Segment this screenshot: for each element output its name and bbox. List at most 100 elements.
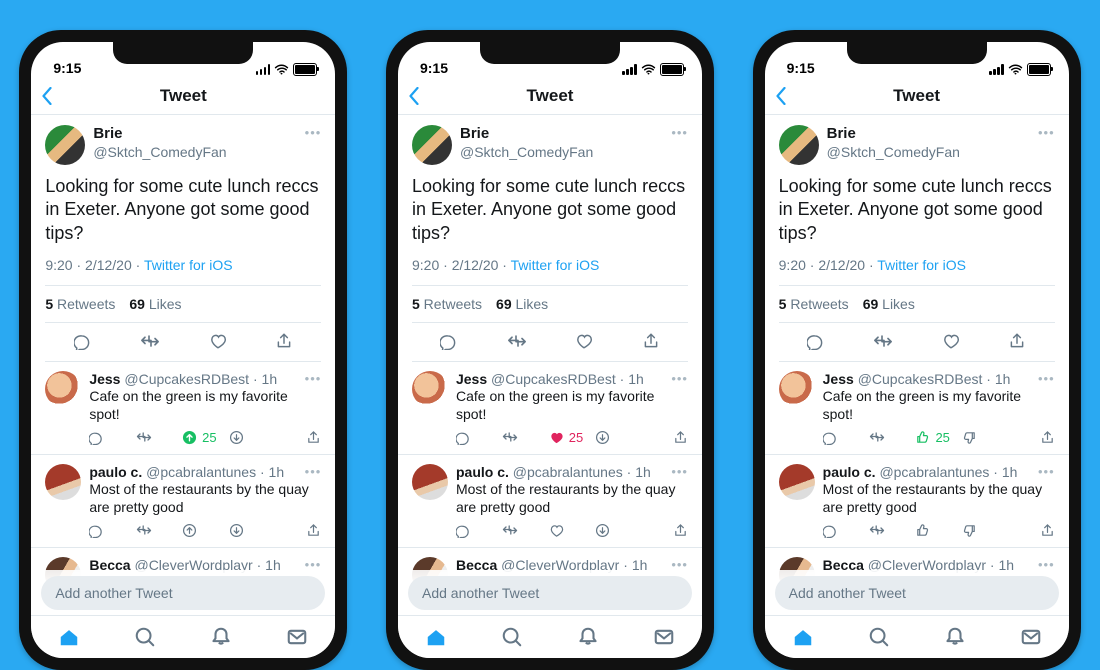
downvote-icon[interactable]	[595, 523, 610, 538]
like-icon[interactable]	[942, 332, 960, 350]
share-icon[interactable]	[642, 332, 660, 350]
tab-search[interactable]	[868, 626, 890, 648]
reply-icon[interactable]	[807, 332, 825, 350]
tweet-counts[interactable]: 5 Retweets69 Likes	[45, 286, 321, 322]
tab-home[interactable]	[792, 626, 814, 648]
more-icon[interactable]: •••	[305, 371, 322, 386]
author-name[interactable]: Brie	[827, 125, 960, 144]
author-handle[interactable]: @Sktch_ComedyFan	[460, 144, 593, 162]
author-name[interactable]: Brie	[93, 125, 226, 144]
tweet-counts[interactable]: 5 Retweets69 Likes	[412, 286, 688, 322]
tweet-source[interactable]: Twitter for iOS	[511, 257, 600, 273]
retweet-icon[interactable]	[507, 331, 527, 351]
more-icon[interactable]: •••	[305, 464, 322, 479]
reply[interactable]: paulo c. @pcabralantunes · 1h•••Most of …	[765, 455, 1069, 548]
reply-icon[interactable]	[89, 523, 104, 538]
reply[interactable]: paulo c. @pcabralantunes · 1h•••Most of …	[31, 455, 335, 548]
tab-search[interactable]	[134, 626, 156, 648]
thumb-up-icon[interactable]	[915, 523, 930, 538]
avatar[interactable]	[412, 464, 448, 500]
reply-icon[interactable]	[823, 430, 838, 445]
tweet-source[interactable]: Twitter for iOS	[877, 257, 966, 273]
author-name[interactable]: Brie	[460, 125, 593, 144]
retweet-icon[interactable]	[869, 429, 885, 445]
tab-home[interactable]	[425, 626, 447, 648]
avatar[interactable]	[779, 371, 815, 407]
reply-author-name: paulo c.	[89, 464, 142, 480]
like-icon[interactable]	[209, 332, 227, 350]
author-handle[interactable]: @Sktch_ComedyFan	[93, 144, 226, 162]
like-icon[interactable]	[549, 430, 564, 445]
compose-input[interactable]: Add another Tweet	[408, 576, 692, 610]
retweet-icon[interactable]	[502, 522, 518, 538]
compose-input[interactable]: Add another Tweet	[41, 576, 325, 610]
reply-icon[interactable]	[89, 430, 104, 445]
share-icon[interactable]	[275, 332, 293, 350]
thumb-down-icon[interactable]	[962, 430, 977, 445]
retweet-icon[interactable]	[136, 429, 152, 445]
more-icon[interactable]: •••	[1038, 464, 1055, 479]
notch	[847, 42, 987, 64]
upvote-icon[interactable]	[182, 523, 197, 538]
tab-notifications[interactable]	[944, 626, 966, 648]
thumb-down-icon[interactable]	[962, 523, 977, 538]
more-icon[interactable]: •••	[671, 464, 688, 479]
avatar[interactable]	[45, 371, 81, 407]
retweet-icon[interactable]	[873, 331, 893, 351]
retweet-icon[interactable]	[502, 429, 518, 445]
reply-icon[interactable]	[456, 430, 471, 445]
retweet-icon[interactable]	[136, 522, 152, 538]
reply-icon[interactable]	[823, 523, 838, 538]
main-tweet: Brie@Sktch_ComedyFan•••Looking for some …	[398, 115, 702, 362]
share-icon[interactable]	[673, 523, 688, 538]
tab-messages[interactable]	[1020, 626, 1042, 648]
reply-icon[interactable]	[74, 332, 92, 350]
share-icon[interactable]	[306, 523, 321, 538]
like-icon[interactable]	[549, 523, 564, 538]
upvote-icon[interactable]	[182, 430, 197, 445]
reply-icon[interactable]	[456, 523, 471, 538]
like-icon[interactable]	[575, 332, 593, 350]
reply[interactable]: Jess @CupcakesRDBest · 1h•••Cafe on the …	[765, 362, 1069, 455]
share-icon[interactable]	[1040, 430, 1055, 445]
reply[interactable]: Jess @CupcakesRDBest · 1h•••Cafe on the …	[31, 362, 335, 455]
author-handle[interactable]: @Sktch_ComedyFan	[827, 144, 960, 162]
avatar[interactable]	[412, 125, 452, 165]
tweet-counts[interactable]: 5 Retweets69 Likes	[779, 286, 1055, 322]
page-title: Tweet	[160, 86, 207, 106]
avatar[interactable]	[412, 371, 448, 407]
avatar[interactable]	[45, 464, 81, 500]
more-icon[interactable]: •••	[671, 371, 688, 386]
share-icon[interactable]	[673, 430, 688, 445]
downvote-icon[interactable]	[229, 523, 244, 538]
back-button[interactable]	[775, 87, 787, 105]
downvote-icon[interactable]	[229, 430, 244, 445]
tab-messages[interactable]	[286, 626, 308, 648]
reply[interactable]: Jess @CupcakesRDBest · 1h•••Cafe on the …	[398, 362, 702, 455]
avatar[interactable]	[45, 125, 85, 165]
retweet-icon[interactable]	[140, 331, 160, 351]
downvote-icon[interactable]	[595, 430, 610, 445]
back-button[interactable]	[408, 87, 420, 105]
tab-home[interactable]	[58, 626, 80, 648]
tweet-source[interactable]: Twitter for iOS	[144, 257, 233, 273]
tab-notifications[interactable]	[577, 626, 599, 648]
reply[interactable]: paulo c. @pcabralantunes · 1h•••Most of …	[398, 455, 702, 548]
share-icon[interactable]	[306, 430, 321, 445]
more-icon[interactable]: •••	[1038, 125, 1055, 140]
more-icon[interactable]: •••	[1038, 371, 1055, 386]
reply-icon[interactable]	[440, 332, 458, 350]
share-icon[interactable]	[1040, 523, 1055, 538]
tab-messages[interactable]	[653, 626, 675, 648]
tab-notifications[interactable]	[210, 626, 232, 648]
compose-input[interactable]: Add another Tweet	[775, 576, 1059, 610]
avatar[interactable]	[779, 125, 819, 165]
thumb-up-icon[interactable]	[915, 430, 930, 445]
avatar[interactable]	[779, 464, 815, 500]
more-icon[interactable]: •••	[671, 125, 688, 140]
back-button[interactable]	[41, 87, 53, 105]
retweet-icon[interactable]	[869, 522, 885, 538]
tab-search[interactable]	[501, 626, 523, 648]
share-icon[interactable]	[1008, 332, 1026, 350]
more-icon[interactable]: •••	[305, 125, 322, 140]
